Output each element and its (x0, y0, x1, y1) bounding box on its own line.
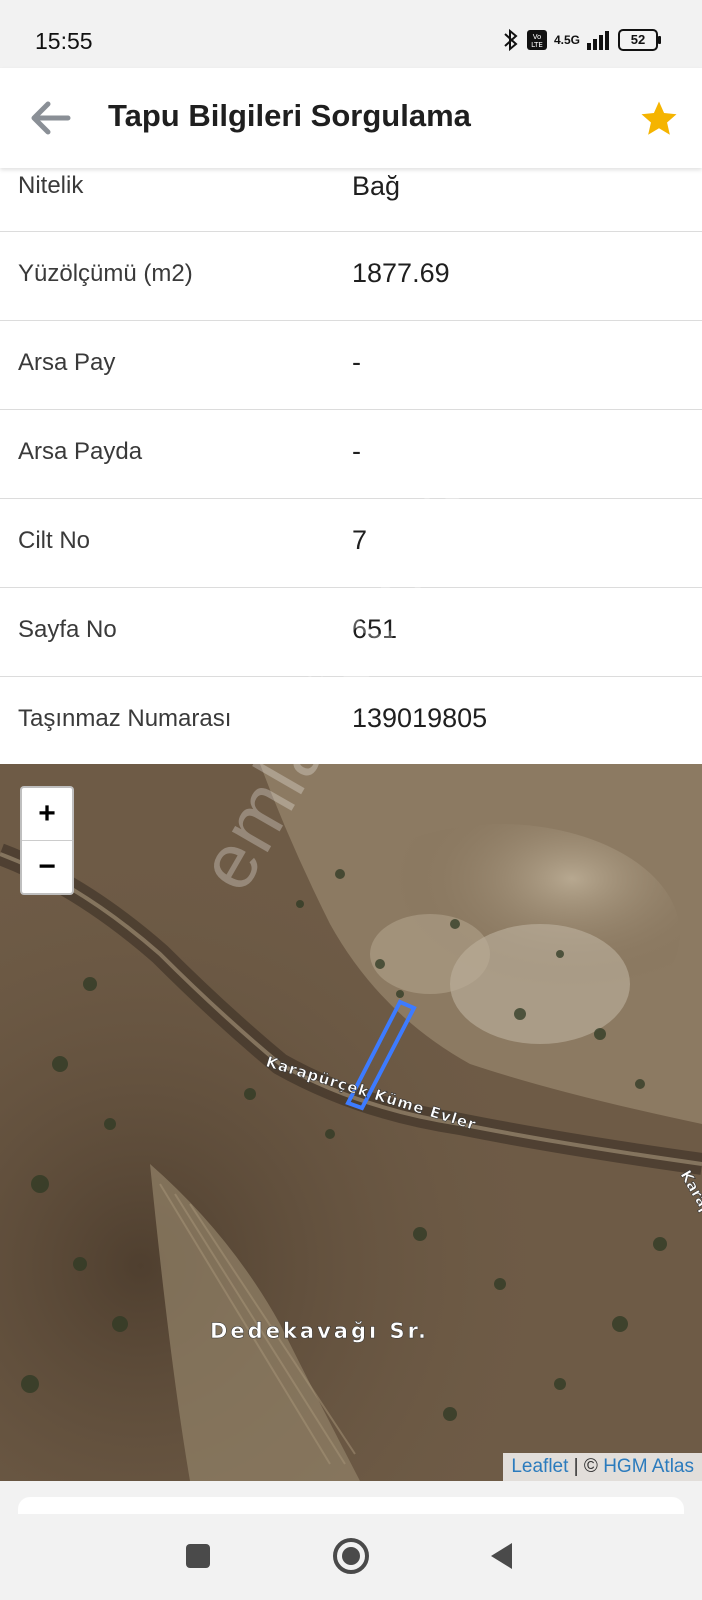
row-label: Yüzölçümü (m2) (18, 260, 193, 287)
attribution-separator: | © (568, 1456, 604, 1477)
zoom-control: + − (20, 786, 74, 895)
svg-text:LTE: LTE (531, 41, 543, 49)
row-value: Bağ (352, 171, 401, 201)
info-row-yuzolcumu: Yüzölçümü (m2) 1877.69 (0, 232, 702, 321)
status-bar: 15:55 Vo LTE 4.5G 52 (0, 0, 702, 68)
zoom-out-button[interactable]: − (22, 841, 72, 893)
leaflet-link[interactable]: Leaflet (511, 1456, 568, 1477)
map-attribution: Leaflet | © HGM Atlas (503, 1453, 702, 1481)
signal-icon (587, 31, 609, 50)
info-row-arsa-pay: Arsa Pay - (0, 321, 702, 410)
system-nav-bar (0, 1514, 702, 1600)
satellite-terrain: Karapürçek Küme Evler Karap Dedekavağı S… (0, 764, 702, 1481)
square-icon (186, 1544, 210, 1568)
page-title: Tapu Bilgileri Sorgulama (108, 98, 471, 133)
home-button[interactable] (329, 1534, 373, 1578)
back-nav-button[interactable] (480, 1534, 524, 1578)
row-label: Nitelik (18, 172, 84, 199)
home-circle-icon (333, 1538, 369, 1574)
row-value: - (352, 347, 361, 377)
app-bar: Tapu Bilgileri Sorgulama (0, 68, 702, 168)
volte-icon: Vo LTE (526, 30, 547, 50)
recents-button[interactable] (176, 1534, 220, 1578)
battery-icon: 52 (618, 29, 661, 51)
row-label: Arsa Payda (18, 438, 143, 465)
info-row-nitelik: Nitelik Bağ (0, 168, 702, 232)
arrow-left-icon (31, 101, 71, 135)
status-icons: Vo LTE 4.5G 52 (502, 28, 661, 52)
row-label: Sayfa No (18, 616, 117, 643)
status-time: 15:55 (35, 28, 93, 54)
row-label: Cilt No (18, 527, 91, 554)
bluetooth-icon (504, 28, 518, 52)
row-value: - (352, 436, 361, 466)
svg-text:Vo: Vo (533, 33, 542, 41)
hgm-atlas-link[interactable]: HGM Atlas (603, 1456, 694, 1477)
star-icon (641, 101, 677, 135)
triangle-back-icon (491, 1543, 512, 1569)
info-row-arsa-payda: Arsa Payda - (0, 410, 702, 499)
row-value: 1877.69 (352, 258, 450, 288)
zoom-in-button[interactable]: + (22, 788, 72, 841)
row-label: Taşınmaz Numarası (18, 705, 232, 732)
place-label: Dedekavağı Sr. (210, 1319, 429, 1343)
satellite-map[interactable]: Karapürçek Küme Evler Karap Dedekavağı S… (0, 764, 702, 1481)
row-label: Arsa Pay (18, 349, 116, 376)
back-button[interactable] (26, 96, 74, 140)
network-type: 4.5G (553, 33, 580, 47)
favorite-button[interactable] (638, 98, 680, 140)
